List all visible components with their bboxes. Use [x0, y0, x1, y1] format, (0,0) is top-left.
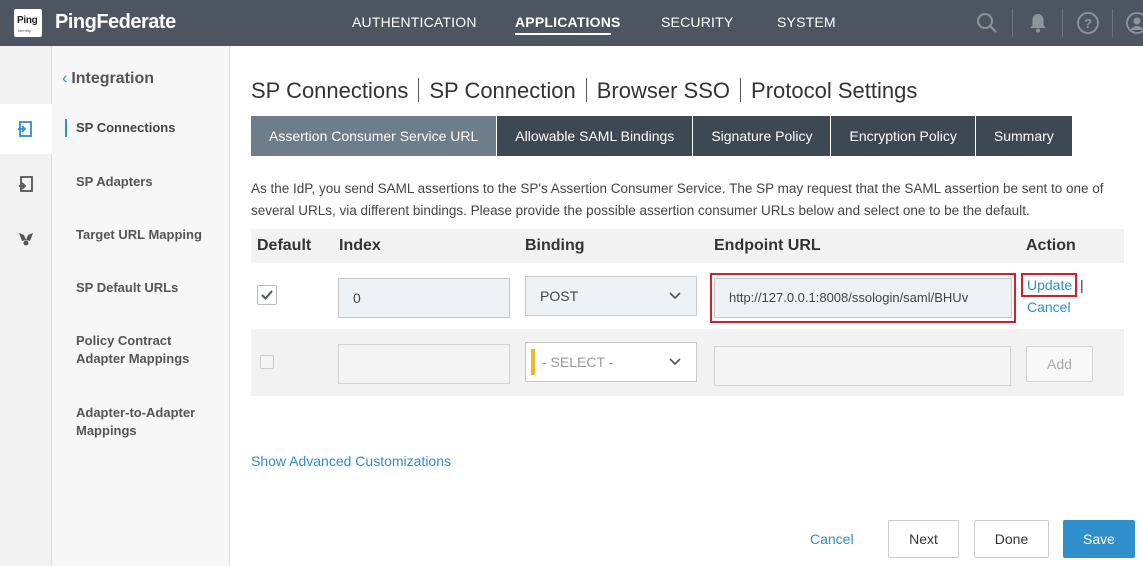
- sidebar-back-integration[interactable]: ‹ Integration: [62, 70, 154, 88]
- tab-assertion-consumer-service-url[interactable]: Assertion Consumer Service URL: [251, 116, 498, 156]
- endpoint-url-input[interactable]: http://127.0.0.1:8008/ssologin/saml/BHUv: [714, 278, 1012, 318]
- action-separator: |: [1080, 277, 1084, 293]
- next-button[interactable]: Next: [888, 520, 959, 558]
- column-header-endpoint-url: Endpoint URL: [714, 237, 821, 254]
- sidebar-item-sp-default-urls[interactable]: SP Default URLs: [76, 279, 221, 297]
- toolbar-divider: [1012, 9, 1013, 37]
- breadcrumb-sp-connection[interactable]: SP Connection: [429, 78, 575, 103]
- sidebar-item-target-url-mapping[interactable]: Target URL Mapping: [76, 226, 221, 244]
- add-button[interactable]: Add: [1026, 346, 1093, 382]
- binding-select[interactable]: POST: [525, 276, 697, 316]
- column-header-default: Default: [257, 237, 312, 254]
- column-header-binding: Binding: [525, 237, 585, 254]
- tab-encryption-policy[interactable]: Encryption Policy: [831, 116, 976, 156]
- toolbar-divider: [1112, 9, 1113, 37]
- breadcrumb-separator: [418, 78, 420, 102]
- top-nav-bar: Ping Identity PingFederate AUTHENTICATIO…: [0, 0, 1143, 46]
- chevron-left-icon: ‹: [62, 70, 68, 87]
- logo-text: Ping: [17, 15, 38, 26]
- chevron-down-icon: [669, 292, 681, 300]
- page-description: As the IdP, you send SAML assertions to …: [251, 181, 1104, 218]
- acs-url-table: Default Index Binding Endpoint URL Actio…: [251, 229, 1124, 396]
- breadcrumb-separator: [740, 78, 742, 102]
- index-input[interactable]: 0: [338, 278, 510, 318]
- svg-text:?: ?: [1084, 16, 1092, 31]
- target-mapping-icon[interactable]: [16, 228, 36, 248]
- ping-logo: Ping Identity: [14, 9, 42, 37]
- column-header-action: Action: [1026, 237, 1076, 254]
- table-row-new: - SELECT - Add: [251, 329, 1124, 396]
- breadcrumb-sp-connections[interactable]: SP Connections: [251, 78, 408, 103]
- new-binding-select[interactable]: - SELECT -: [525, 342, 697, 382]
- chevron-down-icon: [669, 358, 681, 366]
- sidebar-back-label: Integration: [71, 70, 154, 87]
- search-icon[interactable]: [975, 11, 999, 35]
- wizard-tabs: Assertion Consumer Service URL Allowable…: [251, 116, 1073, 156]
- help-icon[interactable]: ?: [1076, 11, 1100, 35]
- sp-connections-icon[interactable]: [16, 119, 36, 139]
- show-advanced-customizations-link[interactable]: Show Advanced Customizations: [251, 453, 451, 469]
- tab-allowable-saml-bindings[interactable]: Allowable SAML Bindings: [497, 116, 694, 156]
- sidebar-active-indicator: [65, 119, 67, 137]
- new-default-checkbox[interactable]: [260, 355, 274, 369]
- done-button[interactable]: Done: [974, 520, 1049, 558]
- required-marker: [531, 349, 535, 375]
- sidebar-item-sp-adapters[interactable]: SP Adapters: [76, 173, 221, 191]
- new-binding-placeholder: - SELECT -: [542, 354, 614, 370]
- cancel-edit-link[interactable]: Cancel: [1027, 299, 1071, 315]
- active-nav-underline: [515, 33, 611, 35]
- new-index-input[interactable]: [338, 344, 510, 384]
- sidebar-item-sp-connections[interactable]: SP Connections: [76, 119, 221, 137]
- sidebar-item-policy-contract-adapter-mappings[interactable]: Policy Contract Adapter Mappings: [76, 332, 221, 368]
- sp-adapters-icon[interactable]: [16, 174, 36, 194]
- update-link[interactable]: Update: [1027, 277, 1072, 293]
- table-row: 0 POST http://127.0.0.1:8008/ssologin/sa…: [251, 263, 1124, 329]
- default-checkbox[interactable]: [257, 285, 277, 305]
- breadcrumb-protocol-settings: Protocol Settings: [751, 78, 918, 103]
- toolbar-divider: [1062, 9, 1063, 37]
- breadcrumb-browser-sso[interactable]: Browser SSO: [597, 78, 730, 103]
- user-icon[interactable]: [1125, 11, 1143, 35]
- product-name: PingFederate: [55, 11, 176, 33]
- table-header: Default Index Binding Endpoint URL Actio…: [251, 229, 1124, 263]
- breadcrumb-separator: [585, 78, 587, 102]
- save-button[interactable]: Save: [1063, 520, 1135, 558]
- cancel-link[interactable]: Cancel: [810, 531, 854, 547]
- tab-signature-policy[interactable]: Signature Policy: [693, 116, 832, 156]
- nav-authentication[interactable]: AUTHENTICATION: [352, 14, 477, 30]
- new-endpoint-url-input[interactable]: [714, 346, 1011, 386]
- checkmark-icon: [261, 290, 273, 300]
- logo-subtext: Identity: [18, 28, 31, 33]
- breadcrumb: SP Connections SP Connection Browser SSO Pr…: [251, 78, 917, 104]
- binding-select-value: POST: [540, 288, 579, 304]
- nav-system[interactable]: SYSTEM: [777, 14, 836, 30]
- sidebar-item-adapter-to-adapter-mappings[interactable]: Adapter-to-Adapter Mappings: [76, 404, 221, 440]
- nav-security[interactable]: SECURITY: [661, 14, 733, 30]
- bell-icon[interactable]: [1026, 11, 1050, 35]
- nav-applications[interactable]: APPLICATIONS: [515, 14, 621, 30]
- column-header-index: Index: [339, 237, 381, 254]
- tab-summary[interactable]: Summary: [975, 116, 1073, 156]
